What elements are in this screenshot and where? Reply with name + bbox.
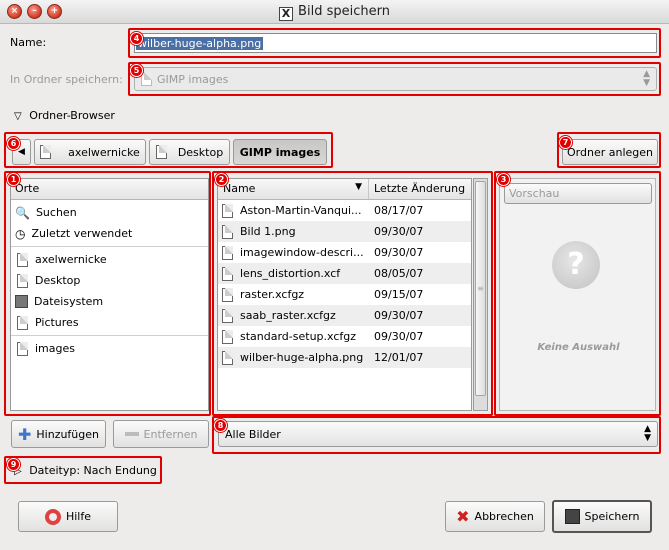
save-button[interactable]: Speichern <box>552 500 652 533</box>
badge-5: 5 <box>130 64 143 77</box>
harddisk-icon <box>15 295 28 308</box>
search-icon: 🔍 <box>15 205 30 220</box>
document-icon <box>17 252 28 267</box>
no-selection-text: Keine Auswahl <box>537 342 620 353</box>
plus-icon: ✚ <box>17 424 32 444</box>
lifebuoy-icon <box>44 508 61 525</box>
preview-panel: Vorschau ? Keine Auswahl <box>499 178 656 411</box>
file-row[interactable]: Bild 1.png 09/30/07 <box>218 221 471 242</box>
place-item-search[interactable]: 🔍 Suchen <box>11 202 208 223</box>
path-segment-desktop[interactable]: Desktop <box>149 139 230 165</box>
document-icon <box>222 224 233 239</box>
place-item-images[interactable]: images <box>11 338 208 359</box>
preview-toggle[interactable]: Vorschau <box>504 183 652 204</box>
badge-8: 8 <box>214 419 227 432</box>
files-scrollbar[interactable]: ≡ <box>473 178 488 411</box>
x11-icon: X <box>279 7 294 21</box>
expander-arrow-icon: ▽ <box>14 111 22 122</box>
document-icon <box>222 329 233 344</box>
folder-browser-expander[interactable]: ▽ Ordner-Browser <box>14 109 115 122</box>
badge-7: 7 <box>559 136 572 149</box>
document-icon <box>222 245 233 260</box>
document-icon <box>155 145 167 159</box>
minus-icon <box>124 432 139 436</box>
place-item-recent[interactable]: ◷ Zuletzt verwendet <box>11 223 208 244</box>
column-name-header[interactable]: Name ▼ <box>218 179 369 199</box>
folder-icon <box>141 72 152 86</box>
sort-descending-icon: ▼ <box>355 182 362 192</box>
document-icon <box>222 350 233 365</box>
file-row[interactable]: raster.xcfgz 09/15/07 <box>218 284 471 305</box>
file-row[interactable]: wilber-huge-alpha.png 12/01/07 <box>218 347 471 368</box>
place-item-pictures[interactable]: Pictures <box>11 312 208 333</box>
save-in-label: In Ordner speichern: <box>10 73 123 86</box>
path-segment-axelwernicke[interactable]: axelwernicke <box>34 139 146 165</box>
document-icon <box>17 273 28 288</box>
add-bookmark-button[interactable]: ✚ Hinzufügen <box>11 420 106 448</box>
combo-arrows-icon: ▲ ▼ <box>644 424 651 443</box>
help-button[interactable]: Hilfe <box>18 501 118 532</box>
places-panel: Orte 🔍 Suchen ◷ Zuletzt verwendet axelwern… <box>10 178 209 411</box>
column-modified-header[interactable]: Letzte Änderung <box>369 179 470 199</box>
question-mark-icon: ? <box>552 241 600 289</box>
combo-arrows-icon: ▲ ▼ <box>643 69 650 88</box>
files-panel: Name ▼ Letzte Änderung Aston-Martin-Vanq… <box>217 178 472 411</box>
arrow-left-icon: ◀ <box>18 147 25 157</box>
badge-2: 2 <box>215 173 228 186</box>
create-folder-button[interactable]: Ordner anlegen <box>562 139 658 165</box>
files-list: Aston-Martin-Vanqui... 08/17/07 Bild 1.pn… <box>218 200 471 368</box>
file-row[interactable]: Aston-Martin-Vanqui... 08/17/07 <box>218 200 471 221</box>
place-item-filesystem[interactable]: Dateisystem <box>11 291 208 312</box>
places-header[interactable]: Orte <box>11 179 208 200</box>
document-icon <box>222 308 233 323</box>
path-segment-gimp-images[interactable]: GIMP images <box>233 139 327 165</box>
name-label: Name: <box>10 36 47 49</box>
badge-9: 9 <box>7 458 20 471</box>
badge-1: 1 <box>7 173 20 186</box>
recent-icon: ◷ <box>15 226 26 241</box>
save-in-folder-combo[interactable]: GIMP images ▲ ▼ <box>134 67 657 91</box>
file-row[interactable]: saab_raster.xcfgz 09/30/07 <box>218 305 471 326</box>
scrollbar-thumb[interactable]: ≡ <box>475 181 486 396</box>
places-separator <box>11 246 208 247</box>
places-list: 🔍 Suchen ◷ Zuletzt verwendet axelwernicke … <box>11 200 208 359</box>
files-header: Name ▼ Letzte Änderung <box>218 179 471 200</box>
document-icon <box>17 315 28 330</box>
document-icon <box>222 203 233 218</box>
cancel-button[interactable]: ✖ Abbrechen <box>445 501 545 532</box>
window-title: X Bild speichern <box>0 4 669 21</box>
badge-6: 6 <box>7 137 20 150</box>
badge-3: 3 <box>497 173 510 186</box>
cancel-x-icon: ✖ <box>456 507 470 526</box>
file-row[interactable]: lens_distortion.xcf 08/05/07 <box>218 263 471 284</box>
name-field[interactable]: wilber-huge-alpha.png <box>134 33 657 53</box>
document-icon <box>17 341 28 356</box>
floppy-disk-icon <box>564 509 580 524</box>
remove-bookmark-button[interactable]: Entfernen <box>113 420 209 448</box>
file-row[interactable]: standard-setup.xcfgz 09/30/07 <box>218 326 471 347</box>
place-item-axelwernicke[interactable]: axelwernicke <box>11 249 208 270</box>
badge-4: 4 <box>130 32 143 45</box>
document-icon <box>40 145 52 159</box>
file-row[interactable]: imagewindow-descri... 09/30/07 <box>218 242 471 263</box>
place-item-desktop[interactable]: Desktop <box>11 270 208 291</box>
places-separator <box>11 335 208 336</box>
document-icon <box>222 266 233 281</box>
document-icon <box>222 287 233 302</box>
filetype-expander[interactable]: ▷ Dateityp: Nach Endung <box>14 464 157 477</box>
filter-combo[interactable]: Alle Bilder ▲ ▼ <box>218 421 658 447</box>
